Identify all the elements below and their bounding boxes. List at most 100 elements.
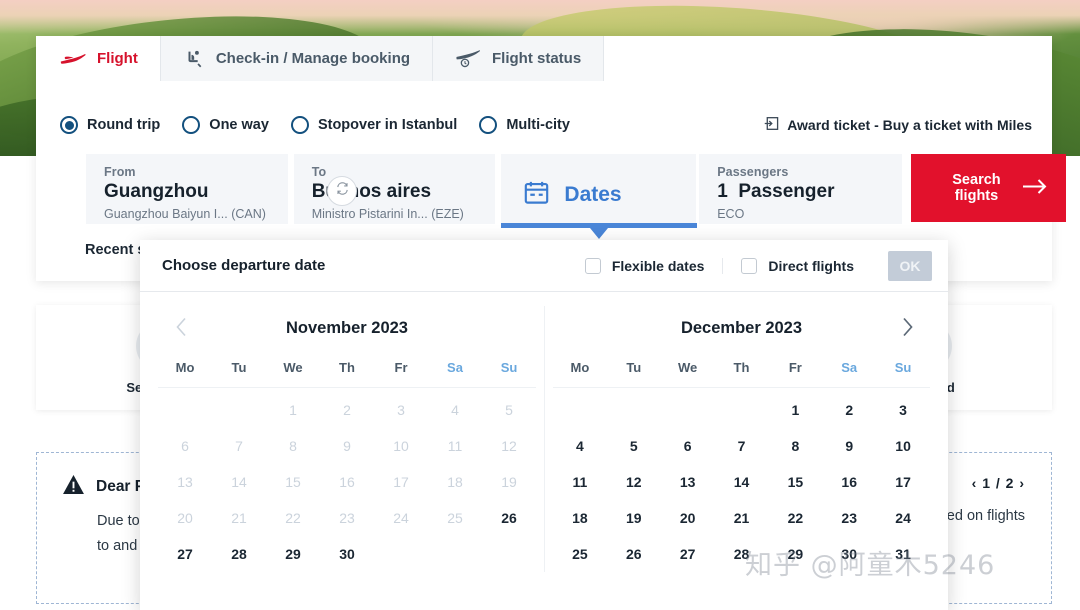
weekday-header-row: Mo Tu We Th Fr Sa Su — [158, 350, 536, 388]
day-cell[interactable]: 11 — [553, 464, 607, 500]
days-grid: 1 2 3 4 5 6 7 8 9 10 11 12 13 14 15 16 17 18 19 20 21 22 23 24 2… — [158, 388, 536, 572]
weekday-tu: Tu — [231, 360, 247, 375]
day-cell[interactable]: 6 — [661, 428, 715, 464]
page-root: Seat Select Gift Card — [0, 0, 1080, 610]
day-cell[interactable]: 27 — [661, 536, 715, 572]
month-december: December 2023 Mo Tu We Th Fr Sa Su 1 2 3… — [544, 306, 938, 572]
day-cell: 13 — [177, 474, 193, 490]
day-cell: 3 — [397, 402, 405, 418]
weekday-su: Su — [894, 360, 912, 375]
day-cell[interactable]: 18 — [553, 500, 607, 536]
day-cell: 11 — [447, 438, 463, 454]
radio-one-way[interactable]: One way — [182, 116, 269, 134]
flexible-dates-checkbox[interactable]: Flexible dates — [567, 257, 723, 274]
swap-airports-button[interactable] — [327, 176, 357, 206]
month-november: November 2023 Mo Tu We Th Fr Sa Su 12345… — [150, 306, 544, 572]
dates-field[interactable]: Dates — [501, 154, 698, 239]
checkbox-indicator — [741, 257, 758, 274]
day-cell[interactable]: 27 — [158, 536, 212, 572]
day-cell[interactable]: 20 — [661, 500, 715, 536]
search-form: From Guangzhou Guangzhou Baiyun I... (CA… — [86, 154, 1066, 239]
weekday-tu: Tu — [626, 360, 642, 375]
direct-flights-checkbox[interactable]: Direct flights — [722, 257, 872, 274]
tab-label: Flight status — [492, 50, 582, 67]
dates-active-pointer — [589, 228, 608, 239]
day-cell: 22 — [285, 510, 301, 526]
day-cell[interactable]: 8 — [768, 428, 822, 464]
passengers-field[interactable]: Passengers 1 Passenger ECO — [699, 154, 902, 224]
day-cell: 10 — [393, 438, 409, 454]
radio-round-trip[interactable]: Round trip — [60, 116, 160, 134]
day-cell[interactable]: 1 — [768, 392, 822, 428]
ok-button[interactable]: OK — [888, 250, 932, 281]
day-cell[interactable]: 26 — [607, 536, 661, 572]
radio-indicator — [290, 116, 309, 134]
day-cell-empty — [607, 392, 661, 428]
tab-flight[interactable]: Flight — [36, 36, 161, 81]
day-cell[interactable]: 13 — [661, 464, 715, 500]
day-cell-empty — [715, 392, 769, 428]
day-cell-empty — [553, 392, 607, 428]
chevron-right-icon[interactable] — [894, 314, 920, 340]
day-cell[interactable]: 17 — [876, 464, 930, 500]
weekday-mo: Mo — [175, 360, 195, 375]
day-cell[interactable]: 19 — [607, 500, 661, 536]
swap-icon — [335, 181, 350, 201]
day-cell[interactable]: 30 — [320, 536, 374, 572]
day-cell[interactable]: 5 — [607, 428, 661, 464]
day-cell[interactable]: 9 — [822, 428, 876, 464]
to-field[interactable]: To Buenos aires Ministro Pistarini In...… — [293, 154, 496, 224]
search-flights-button[interactable]: Search flights — [910, 154, 1066, 222]
chevron-left-icon[interactable] — [168, 314, 194, 340]
day-cell[interactable]: 29 — [768, 536, 822, 572]
radio-label: One way — [209, 117, 269, 133]
from-field[interactable]: From Guangzhou Guangzhou Baiyun I... (CA… — [86, 154, 288, 224]
day-cell[interactable]: 25 — [553, 536, 607, 572]
tab-label: Check-in / Manage booking — [215, 50, 411, 67]
notice-pager[interactable]: ‹ 1 / 2 › — [972, 475, 1025, 491]
day-cell[interactable]: 16 — [822, 464, 876, 500]
day-cell[interactable]: 4 — [553, 428, 607, 464]
month-name: December 2023 — [680, 318, 803, 337]
day-cell-empty — [212, 392, 266, 428]
award-ticket-link[interactable]: Award ticket - Buy a ticket with Miles — [764, 116, 1032, 134]
to-airport-code: (EZE) — [431, 207, 464, 221]
award-ticket-label: Award ticket - Buy a ticket with Miles — [787, 117, 1032, 133]
radio-indicator — [182, 116, 201, 134]
day-cell[interactable]: 15 — [768, 464, 822, 500]
day-cell: 4 — [451, 402, 459, 418]
day-cell: 23 — [339, 510, 355, 526]
day-cell[interactable]: 7 — [715, 428, 769, 464]
tab-bar: Flight Check-in / Manage booking Flight … — [36, 36, 605, 81]
tab-checkin-manage-booking[interactable]: Check-in / Manage booking — [160, 36, 434, 81]
day-cell[interactable]: 22 — [768, 500, 822, 536]
day-cell[interactable]: 12 — [607, 464, 661, 500]
tab-flight-status[interactable]: Flight status — [433, 36, 605, 81]
flexible-dates-label: Flexible dates — [611, 257, 705, 274]
day-cell[interactable]: 31 — [876, 536, 930, 572]
radio-stopover-istanbul[interactable]: Stopover in Istanbul — [290, 116, 457, 134]
weekday-fr: Fr — [394, 360, 408, 375]
day-cell[interactable]: 10 — [876, 428, 930, 464]
day-cell[interactable]: 2 — [822, 392, 876, 428]
month-name: November 2023 — [286, 318, 408, 337]
warning-icon — [63, 475, 84, 499]
tab-label: Flight — [97, 50, 138, 67]
day-cell[interactable]: 23 — [822, 500, 876, 536]
day-cell-empty — [158, 392, 212, 428]
weekday-mo: Mo — [570, 360, 590, 375]
day-cell[interactable]: 28 — [212, 536, 266, 572]
day-cell[interactable]: 24 — [876, 500, 930, 536]
day-cell[interactable]: 14 — [715, 464, 769, 500]
day-cell[interactable]: 28 — [715, 536, 769, 572]
days-grid: 1 2 3 4 5 6 7 8 9 10 11 12 13 14 15 16 17 18 19 20 21 22 23 24 2… — [553, 388, 930, 572]
day-cell: 9 — [343, 438, 351, 454]
day-cell[interactable]: 3 — [876, 392, 930, 428]
day-cell[interactable]: 26 — [482, 500, 536, 536]
day-cell[interactable]: 29 — [266, 536, 320, 572]
radio-multi-city[interactable]: Multi-city — [479, 116, 570, 134]
day-cell[interactable]: 21 — [715, 500, 769, 536]
day-cell[interactable]: 30 — [822, 536, 876, 572]
seat-icon — [183, 49, 205, 69]
months-container: November 2023 Mo Tu We Th Fr Sa Su 12345… — [140, 292, 948, 572]
